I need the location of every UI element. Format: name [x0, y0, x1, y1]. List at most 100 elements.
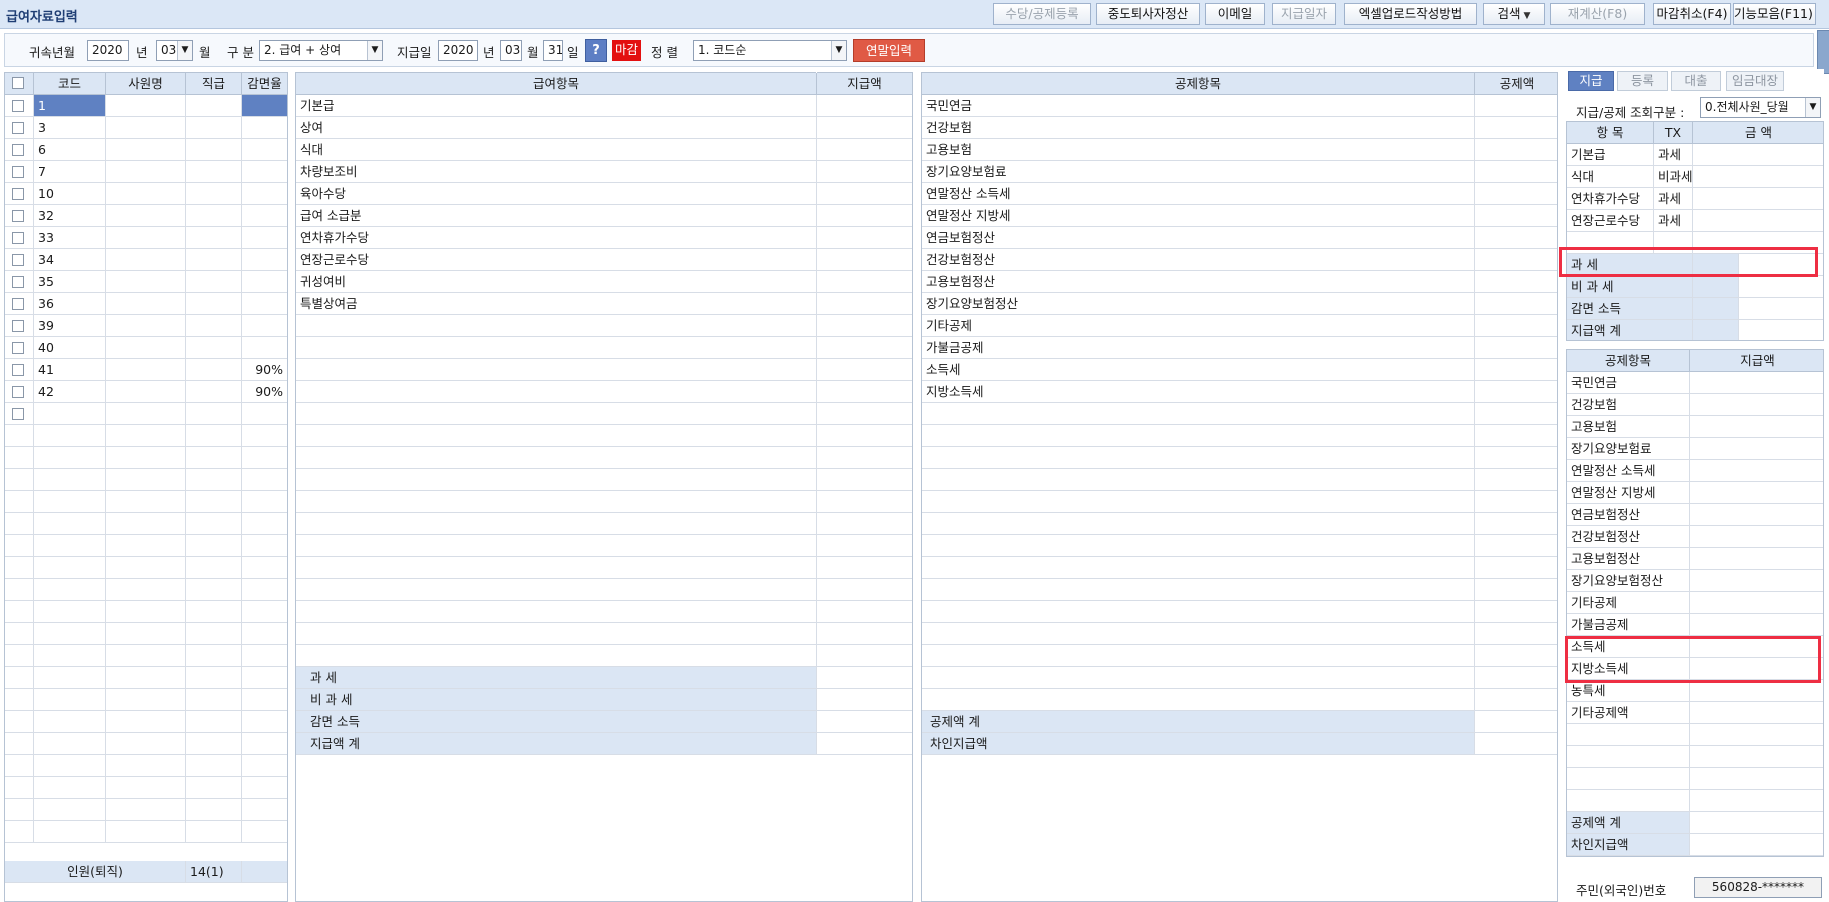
- employee-row[interactable]: 3: [5, 117, 287, 139]
- deduction-amount-cell[interactable]: [1475, 557, 1557, 578]
- deduction-item-row[interactable]: [922, 579, 1557, 601]
- deduction-item-row[interactable]: [922, 425, 1557, 447]
- deduction-amount-cell[interactable]: [1475, 469, 1557, 490]
- deduction-amount-cell[interactable]: [1475, 381, 1557, 402]
- deduction-amount-cell[interactable]: [1475, 491, 1557, 512]
- pay-amount-cell[interactable]: [817, 271, 912, 292]
- pay-item-row[interactable]: [296, 601, 912, 623]
- deduction-amount-cell[interactable]: [1475, 183, 1557, 204]
- pay-day-input[interactable]: 31: [543, 40, 563, 61]
- deduction-amount-cell[interactable]: [1475, 645, 1557, 666]
- pay-summary-header-cell[interactable]: 금 액: [1693, 122, 1823, 143]
- toolbar-button-5[interactable]: 검색 ▼: [1483, 3, 1545, 25]
- deduction-amount-cell[interactable]: [1475, 447, 1557, 468]
- pay-item-row[interactable]: [296, 579, 912, 601]
- row-checkbox[interactable]: [12, 232, 24, 244]
- row-checkbox[interactable]: [12, 100, 24, 112]
- deduction-item-row[interactable]: [922, 403, 1557, 425]
- row-checkbox[interactable]: [12, 166, 24, 178]
- deduction-item-row[interactable]: [922, 535, 1557, 557]
- deduction-item-row[interactable]: 연금보험정산: [922, 227, 1557, 249]
- employee-row[interactable]: 40: [5, 337, 287, 359]
- row-checkbox[interactable]: [12, 298, 24, 310]
- pay-amount-cell[interactable]: [817, 623, 912, 644]
- pay-amount-cell[interactable]: [817, 227, 912, 248]
- pay-amount-cell[interactable]: [817, 95, 912, 116]
- pay-amount-cell[interactable]: [817, 557, 912, 578]
- header-rank[interactable]: 직급: [186, 73, 242, 94]
- pay-item-row[interactable]: 상여: [296, 117, 912, 139]
- pay-item-row[interactable]: 급여 소급분: [296, 205, 912, 227]
- pay-item-row[interactable]: [296, 557, 912, 579]
- row-checkbox[interactable]: [12, 254, 24, 266]
- deduction-item-row[interactable]: 연말정산 지방세: [922, 205, 1557, 227]
- pay-item-row[interactable]: 특별상여금: [296, 293, 912, 315]
- header-deduction-item[interactable]: 공제항목: [922, 73, 1475, 94]
- toolbar-button-1[interactable]: 중도퇴사자정산: [1096, 3, 1200, 25]
- pay-amount-cell[interactable]: [817, 425, 912, 446]
- deduction-summary-header-item[interactable]: 공제항목: [1567, 350, 1690, 371]
- pay-amount-cell[interactable]: [817, 249, 912, 270]
- pay-amount-cell[interactable]: [817, 293, 912, 314]
- pay-item-row[interactable]: [296, 425, 912, 447]
- deduction-item-row[interactable]: 기타공제: [922, 315, 1557, 337]
- pay-item-row[interactable]: [296, 469, 912, 491]
- pay-summary-header-cell[interactable]: TX: [1654, 122, 1693, 143]
- row-checkbox[interactable]: [12, 122, 24, 134]
- pay-amount-cell[interactable]: [817, 183, 912, 204]
- deduction-amount-cell[interactable]: [1475, 95, 1557, 116]
- row-checkbox[interactable]: [12, 188, 24, 200]
- sort-select[interactable]: 1. 코드순 ▼: [693, 40, 847, 61]
- row-checkbox[interactable]: [12, 210, 24, 222]
- pay-amount-cell[interactable]: [817, 205, 912, 226]
- deduction-amount-cell[interactable]: [1475, 315, 1557, 336]
- row-checkbox[interactable]: [12, 342, 24, 354]
- pay-item-row[interactable]: 연장근로수당: [296, 249, 912, 271]
- pay-item-row[interactable]: [296, 447, 912, 469]
- header-code[interactable]: 코드: [34, 73, 106, 94]
- header-rate[interactable]: 감면율: [242, 73, 287, 94]
- pay-item-row[interactable]: 식대: [296, 139, 912, 161]
- tab-loan[interactable]: 대출: [1671, 71, 1721, 91]
- employee-row[interactable]: 35: [5, 271, 287, 293]
- header-name[interactable]: 사원명: [106, 73, 186, 94]
- pay-item-row[interactable]: [296, 337, 912, 359]
- pay-item-row[interactable]: [296, 403, 912, 425]
- toolbar-button-6[interactable]: 재계산(F8): [1550, 3, 1645, 25]
- chevron-down-icon[interactable]: ▼: [1805, 98, 1820, 117]
- employee-row[interactable]: 42 90%: [5, 381, 287, 403]
- deduction-amount-cell[interactable]: [1475, 513, 1557, 534]
- pay-item-row[interactable]: [296, 645, 912, 667]
- pay-amount-cell[interactable]: [817, 513, 912, 534]
- chevron-down-icon[interactable]: ▼: [1524, 11, 1531, 21]
- pay-amount-cell[interactable]: [817, 403, 912, 424]
- employee-row[interactable]: 34: [5, 249, 287, 271]
- period-year-input[interactable]: 2020: [87, 40, 129, 61]
- chevron-down-icon[interactable]: ▼: [831, 41, 846, 60]
- pay-amount-cell[interactable]: [817, 381, 912, 402]
- header-deduction-amount[interactable]: 공제액: [1475, 73, 1557, 94]
- pay-amount-cell[interactable]: [817, 359, 912, 380]
- deduction-amount-cell[interactable]: [1475, 337, 1557, 358]
- deduction-item-row[interactable]: [922, 447, 1557, 469]
- row-checkbox[interactable]: [12, 408, 24, 420]
- help-icon[interactable]: ?: [585, 39, 607, 62]
- row-checkbox[interactable]: [12, 144, 24, 156]
- select-all-checkbox[interactable]: [12, 77, 24, 89]
- pay-amount-cell[interactable]: [817, 601, 912, 622]
- deduction-item-row[interactable]: [922, 513, 1557, 535]
- deduction-item-row[interactable]: [922, 601, 1557, 623]
- deduction-item-row[interactable]: 소득세: [922, 359, 1557, 381]
- pay-item-row[interactable]: 기본급: [296, 95, 912, 117]
- employee-row[interactable]: 33: [5, 227, 287, 249]
- deduction-item-row[interactable]: [922, 557, 1557, 579]
- employee-row[interactable]: 10: [5, 183, 287, 205]
- employee-row[interactable]: 39: [5, 315, 287, 337]
- period-month-select[interactable]: 03 ▼: [156, 40, 193, 61]
- pay-amount-cell[interactable]: [817, 491, 912, 512]
- pay-summary-header-cell[interactable]: 항 목: [1567, 122, 1654, 143]
- deduction-amount-cell[interactable]: [1475, 161, 1557, 182]
- pay-item-row[interactable]: [296, 491, 912, 513]
- deduction-item-row[interactable]: 장기요양보험료: [922, 161, 1557, 183]
- row-checkbox[interactable]: [12, 364, 24, 376]
